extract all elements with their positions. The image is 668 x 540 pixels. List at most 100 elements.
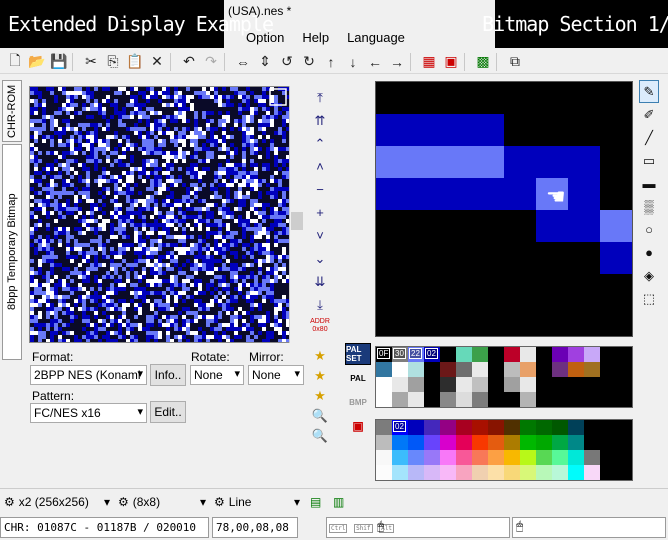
- palette-swatch[interactable]: [536, 377, 552, 392]
- menu-language[interactable]: Language: [347, 30, 405, 45]
- palette-swatch[interactable]: [376, 362, 392, 377]
- palette-swatch[interactable]: [456, 465, 472, 480]
- palette-swatch[interactable]: [472, 362, 488, 377]
- palette-swatch[interactable]: [568, 362, 584, 377]
- palette-swatch[interactable]: [504, 392, 520, 407]
- palette-swatch[interactable]: [488, 377, 504, 392]
- select-tool-icon[interactable]: ⬚: [639, 287, 659, 310]
- palette-swatch[interactable]: [376, 435, 392, 450]
- palette-swatch[interactable]: [424, 450, 440, 465]
- palette-swatch[interactable]: [568, 377, 584, 392]
- palette-swatch[interactable]: [408, 435, 424, 450]
- plus-icon[interactable]: +: [310, 201, 330, 224]
- palette-swatch[interactable]: [456, 392, 472, 407]
- palette-swatch[interactable]: [504, 465, 520, 480]
- palette-swatch[interactable]: [584, 377, 600, 392]
- palette-swatch[interactable]: [472, 377, 488, 392]
- palette-swatch[interactable]: [616, 377, 632, 392]
- palette-swatch[interactable]: [488, 435, 504, 450]
- palette-swatch[interactable]: [504, 347, 520, 362]
- filled-circle-tool-icon[interactable]: ●: [639, 241, 659, 264]
- palette-swatch[interactable]: [440, 435, 456, 450]
- palette-swatch[interactable]: [440, 450, 456, 465]
- pen-tool-icon[interactable]: ✎: [639, 80, 659, 103]
- palette-swatch[interactable]: [600, 450, 616, 465]
- palette-swatch[interactable]: [504, 420, 520, 435]
- line-tool-icon[interactable]: ╱: [639, 126, 659, 149]
- zoom-out-icon[interactable]: 🔍: [310, 426, 330, 446]
- palette-swatch[interactable]: [520, 362, 536, 377]
- palette-swatch[interactable]: [520, 465, 536, 480]
- palette-swatch[interactable]: [424, 420, 440, 435]
- flip-vertical-icon[interactable]: ⇕: [254, 51, 276, 73]
- palette-swatch[interactable]: 30: [392, 347, 408, 362]
- tab-temporary-bitmap[interactable]: 8bpp Temporary Bitmap: [2, 144, 22, 360]
- palette-swatch[interactable]: [408, 465, 424, 480]
- palette-swatch[interactable]: [568, 392, 584, 407]
- palette-swatch[interactable]: [600, 377, 616, 392]
- palette-swatch[interactable]: [440, 392, 456, 407]
- palette-swatch[interactable]: [392, 377, 408, 392]
- palette-swatch[interactable]: 22: [408, 347, 424, 362]
- palette-swatch[interactable]: [504, 435, 520, 450]
- palette-swatch[interactable]: [536, 392, 552, 407]
- palette-swatch[interactable]: [472, 392, 488, 407]
- palette-swatch[interactable]: [552, 420, 568, 435]
- shift-left-icon[interactable]: ←: [364, 51, 386, 73]
- line-down-icon[interactable]: ˅: [310, 224, 330, 247]
- palette-edit-icon[interactable]: ▣: [440, 51, 462, 73]
- palette-swatch[interactable]: [488, 450, 504, 465]
- palette-swatch[interactable]: [536, 347, 552, 362]
- palette-swatch[interactable]: [552, 392, 568, 407]
- palette-swatch[interactable]: [424, 377, 440, 392]
- rotate-right-icon[interactable]: ↻: [298, 51, 320, 73]
- palette-swatch[interactable]: [392, 465, 408, 480]
- palette-swatch[interactable]: [408, 392, 424, 407]
- system-palette-grid[interactable]: 02: [375, 419, 633, 481]
- fill-bucket-tool-icon[interactable]: ◈: [639, 264, 659, 287]
- paste-icon[interactable]: 📋: [124, 51, 146, 73]
- external-window-icon[interactable]: ⧉: [504, 51, 526, 73]
- palette-swatch[interactable]: [376, 420, 392, 435]
- palette-edit-icon[interactable]: ▣: [345, 415, 371, 437]
- palette-swatch[interactable]: [440, 465, 456, 480]
- bitmap-canvas[interactable]: ☚: [376, 82, 632, 336]
- palette-swatch[interactable]: [424, 392, 440, 407]
- scroll-bottom-icon[interactable]: ⤓: [310, 293, 330, 316]
- circle-tool-icon[interactable]: ○: [639, 218, 659, 241]
- bmp-button[interactable]: BMP: [345, 391, 371, 413]
- palette-swatch[interactable]: [584, 392, 600, 407]
- palette-swatch[interactable]: [568, 420, 584, 435]
- palette-swatch[interactable]: [504, 362, 520, 377]
- palette-swatch[interactable]: [600, 347, 616, 362]
- palette-swatch[interactable]: [536, 362, 552, 377]
- palette-grid[interactable]: 0F 30 22 02: [375, 346, 633, 408]
- page-up-fast-icon[interactable]: ⇈: [310, 109, 330, 132]
- palette-swatch[interactable]: [376, 392, 392, 407]
- palette-swatch[interactable]: [392, 450, 408, 465]
- palette-swatch[interactable]: [552, 450, 568, 465]
- palette-swatch[interactable]: [584, 450, 600, 465]
- palette-swatch[interactable]: [552, 347, 568, 362]
- minus-icon[interactable]: −: [310, 178, 330, 201]
- palette-swatch[interactable]: [504, 450, 520, 465]
- tool-select[interactable]: ⚙ Line ▾: [214, 491, 300, 513]
- palette-swatch[interactable]: [552, 362, 568, 377]
- chr-scroll-thumb[interactable]: [291, 212, 303, 230]
- rectangle-tool-icon[interactable]: ▭: [639, 149, 659, 172]
- palette-swatch[interactable]: [456, 362, 472, 377]
- palette-swatch[interactable]: [616, 362, 632, 377]
- info-button[interactable]: Info..: [150, 364, 186, 386]
- rotate-left-icon[interactable]: ↺: [276, 51, 298, 73]
- palette-swatch[interactable]: [552, 377, 568, 392]
- color-import-icon[interactable]: ▥: [333, 491, 344, 513]
- palette-swatch[interactable]: [536, 420, 552, 435]
- tab-chr-rom[interactable]: CHR-ROM: [2, 80, 22, 142]
- palette-swatch[interactable]: [536, 465, 552, 480]
- flip-horizontal-icon[interactable]: ⇔: [232, 51, 254, 73]
- palette-swatch[interactable]: [568, 347, 584, 362]
- palette-swatch[interactable]: [392, 435, 408, 450]
- palette-swatch[interactable]: [616, 465, 632, 480]
- palette-swatch[interactable]: [584, 465, 600, 480]
- chr-scrollbar[interactable]: [289, 86, 304, 343]
